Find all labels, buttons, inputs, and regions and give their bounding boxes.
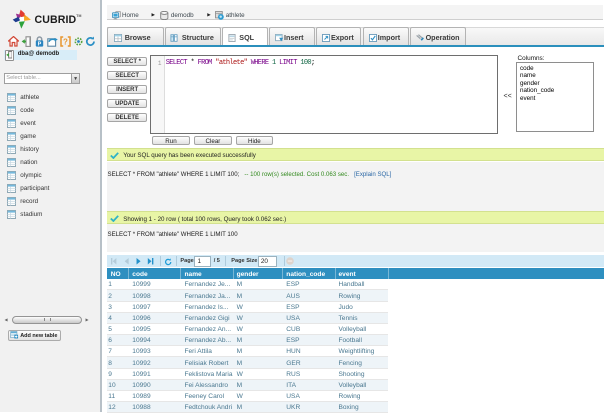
svg-text:?: ? [63,38,68,47]
svg-text:P: P [38,42,42,47]
